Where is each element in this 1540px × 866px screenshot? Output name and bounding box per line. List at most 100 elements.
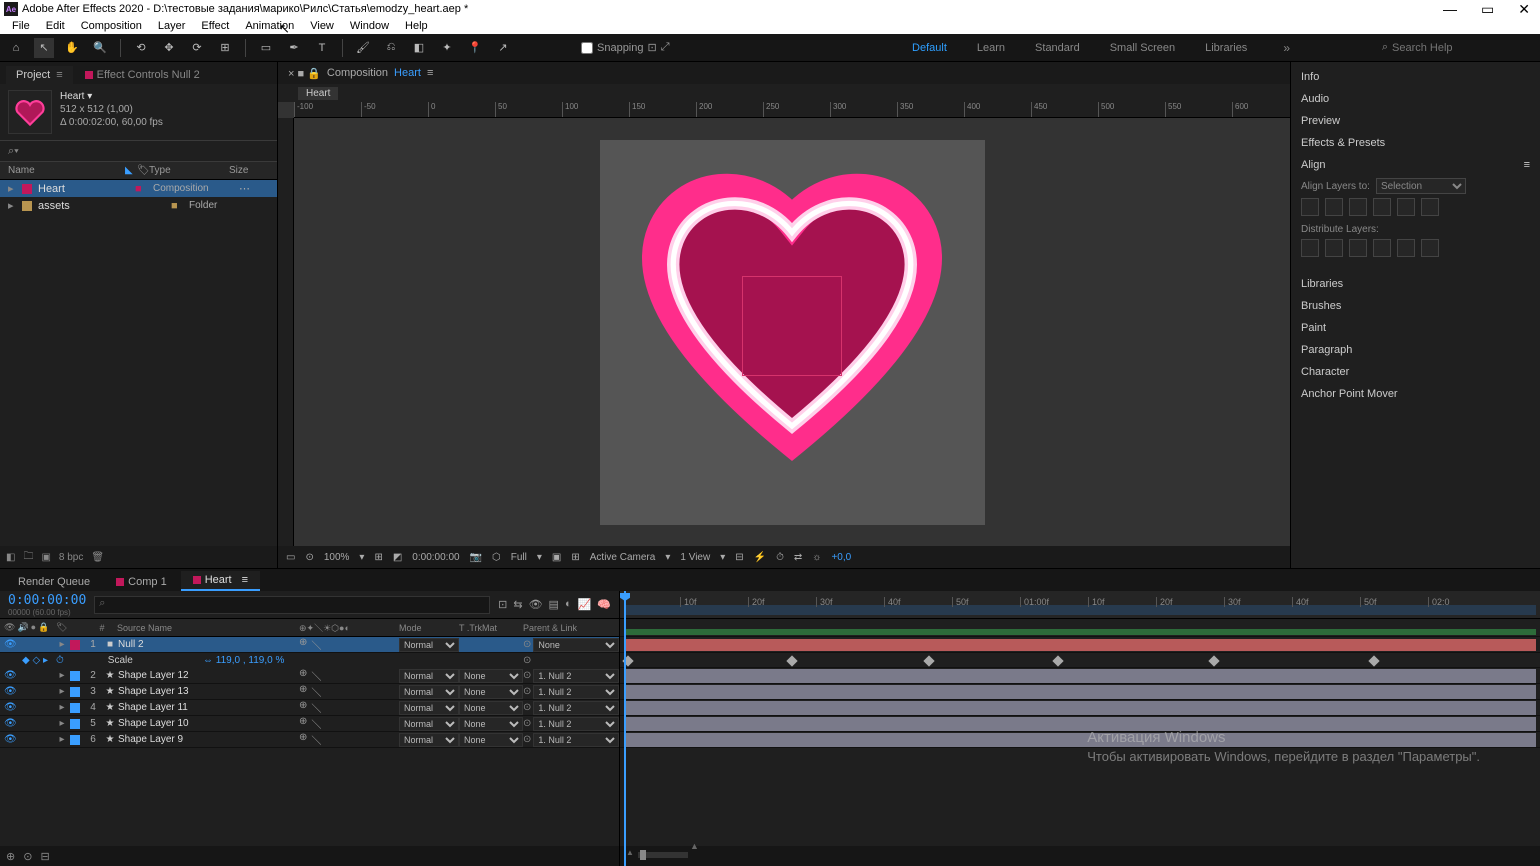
search-help-input[interactable]	[1392, 42, 1532, 54]
col-size[interactable]: Size	[229, 165, 269, 176]
project-filter[interactable]: ⌕▾	[0, 140, 277, 162]
resolution-icon[interactable]: ⊞	[374, 552, 382, 563]
comp-tab-label[interactable]: Composition	[327, 67, 388, 79]
interpret-footage-icon[interactable]: ◧	[6, 552, 15, 563]
menu-window[interactable]: Window	[342, 20, 397, 32]
workspace-libraries[interactable]: Libraries	[1205, 42, 1247, 54]
tab-comp1[interactable]: Comp 1	[104, 573, 179, 591]
align-to-select[interactable]: Selection	[1376, 178, 1466, 194]
toggle-modes-icon[interactable]: ⊙	[23, 850, 32, 863]
home-tool[interactable]: ⌂	[6, 38, 26, 58]
panel-audio[interactable]: Audio	[1291, 88, 1540, 110]
fast-preview-icon[interactable]: ⚡	[754, 552, 766, 563]
clone-tool[interactable]: ⎌	[381, 38, 401, 58]
tab-menu-icon[interactable]: ≡	[56, 69, 62, 81]
exposure-value[interactable]: +0,0	[831, 552, 851, 563]
tab-effect-controls[interactable]: Effect Controls Null 2	[75, 66, 210, 84]
col-name[interactable]: Name	[8, 165, 125, 176]
zoom-tool[interactable]: 🔍	[90, 38, 110, 58]
viewer-body[interactable]: -100-50050100150200250300350400450500550…	[278, 102, 1290, 546]
dist-left-button[interactable]	[1301, 239, 1319, 257]
tl-toggle2-icon[interactable]: ⇆	[513, 598, 522, 611]
roto-tool[interactable]: ✦	[437, 38, 457, 58]
project-item-assets[interactable]: ▸assets ■ Folder	[0, 197, 277, 214]
col-type[interactable]: Type	[149, 165, 229, 176]
pixel-aspect-icon[interactable]: ⊟	[735, 552, 743, 563]
align-hcenter-button[interactable]	[1325, 198, 1343, 216]
snapping-toggle[interactable]: Snapping ⊡ ⤢	[581, 41, 670, 54]
comp-breadcrumb[interactable]: Heart	[298, 87, 338, 100]
hand-tool[interactable]: ✋	[62, 38, 82, 58]
null-selection-box[interactable]	[742, 276, 842, 376]
workspace-learn[interactable]: Learn	[977, 42, 1005, 54]
grid-icon[interactable]: ⊞	[571, 552, 579, 563]
panel-character[interactable]: Character	[1291, 361, 1540, 383]
toggle-switches-icon[interactable]: ⊕	[6, 850, 15, 863]
mask-icon[interactable]: ⊙	[305, 552, 313, 563]
resolution-dropdown[interactable]: Full	[511, 552, 527, 563]
menu-composition[interactable]: Composition	[73, 20, 150, 32]
anchor-tool[interactable]: ⊞	[215, 38, 235, 58]
align-menu-icon[interactable]: ≡	[1524, 159, 1530, 171]
tab-project[interactable]: Project≡	[6, 66, 73, 84]
layer-row[interactable]: 👁 ▸ 6★ Shape Layer 9 ⊕＼ Normal None ⊙1. …	[0, 732, 619, 748]
brush-tool[interactable]: 🖌	[353, 38, 373, 58]
pen-tool[interactable]: ✒	[284, 38, 304, 58]
flowchart-icon[interactable]: ⇄	[794, 552, 802, 563]
maximize-button[interactable]: ▭	[1481, 1, 1494, 18]
eraser-tool[interactable]: ◧	[409, 38, 429, 58]
menu-help[interactable]: Help	[397, 20, 436, 32]
toggle-in-out-icon[interactable]: ⊟	[40, 850, 49, 863]
zoom-dropdown[interactable]: 100%	[324, 552, 350, 563]
local-axis-tool[interactable]: ↗	[493, 38, 513, 58]
tl-motion-blur-icon[interactable]: ◐	[565, 598, 572, 611]
menu-view[interactable]: View	[302, 20, 342, 32]
rotate-tool[interactable]: ⟳	[187, 38, 207, 58]
property-row-scale[interactable]: ◆ ◇ ▸⏱Scale⇔ 119,0 , 119,0 %⊙	[0, 653, 619, 668]
magnification-icon[interactable]: ▭	[286, 552, 295, 563]
align-top-button[interactable]	[1373, 198, 1391, 216]
tab-heart[interactable]: Heart≡	[181, 571, 260, 591]
panel-paragraph[interactable]: Paragraph	[1291, 339, 1540, 361]
menu-layer[interactable]: Layer	[150, 20, 194, 32]
minimize-button[interactable]: —	[1443, 1, 1457, 18]
trash-icon[interactable]: 🗑	[91, 552, 104, 563]
new-comp-icon[interactable]: ▣	[41, 552, 50, 563]
workspace-standard[interactable]: Standard	[1035, 42, 1080, 54]
menu-animation[interactable]: Animation	[237, 20, 302, 32]
tl-toggle1-icon[interactable]: ⊡	[498, 598, 507, 611]
col-parent[interactable]: Parent & Link	[523, 623, 619, 633]
align-right-button[interactable]	[1349, 198, 1367, 216]
panel-effects-presets[interactable]: Effects & Presets	[1291, 132, 1540, 154]
orbit-tool[interactable]: ⟲	[131, 38, 151, 58]
new-folder-icon[interactable]: 🗀	[23, 549, 33, 566]
layer-row[interactable]: 👁 ▸ 3★ Shape Layer 13 ⊕＼ Normal None ⊙1.…	[0, 684, 619, 700]
dist-vcenter-button[interactable]	[1397, 239, 1415, 257]
channel-icon[interactable]: ⬡	[492, 552, 501, 563]
close-button[interactable]: ✕	[1518, 1, 1530, 18]
layer-row[interactable]: 👁 ▸ 4★ Shape Layer 11 ⊕＼ Normal None ⊙1.…	[0, 700, 619, 716]
puppet-tool[interactable]: 📍	[465, 38, 485, 58]
col-trkmat[interactable]: T .TrkMat	[459, 623, 523, 633]
col-mode[interactable]: Mode	[399, 623, 459, 633]
composition-canvas[interactable]	[600, 140, 985, 525]
toggle-transparency-icon[interactable]: ◩	[393, 552, 402, 563]
project-item-heart[interactable]: ▸Heart ■ Composition ⋯	[0, 180, 277, 197]
pan-behind-tool[interactable]: ✥	[159, 38, 179, 58]
layer-row[interactable]: 👁 ▸ 5★ Shape Layer 10 ⊕＼ Normal None ⊙1.…	[0, 716, 619, 732]
workspace-default[interactable]: Default	[912, 42, 947, 54]
align-bottom-button[interactable]	[1421, 198, 1439, 216]
shape-tool[interactable]: ▭	[256, 38, 276, 58]
comp-tab-menu-icon[interactable]: ≡	[427, 67, 433, 79]
playhead[interactable]	[624, 591, 626, 866]
col-source-name[interactable]: Source Name	[113, 623, 299, 633]
views-dropdown[interactable]: 1 View	[680, 552, 710, 563]
menu-edit[interactable]: Edit	[38, 20, 73, 32]
dist-right-button[interactable]	[1349, 239, 1367, 257]
snapping-collapse-icon[interactable]: ⤢	[661, 41, 670, 54]
current-timecode[interactable]: 0:00:00:00	[8, 593, 86, 608]
type-tool[interactable]: T	[312, 38, 332, 58]
tl-graph-icon[interactable]: 📈	[578, 598, 592, 611]
dist-bottom-button[interactable]	[1421, 239, 1439, 257]
timeline-ruler[interactable]: 10f20f30f40f50f01:00f10f20f30f40f50f02:0	[620, 591, 1540, 619]
